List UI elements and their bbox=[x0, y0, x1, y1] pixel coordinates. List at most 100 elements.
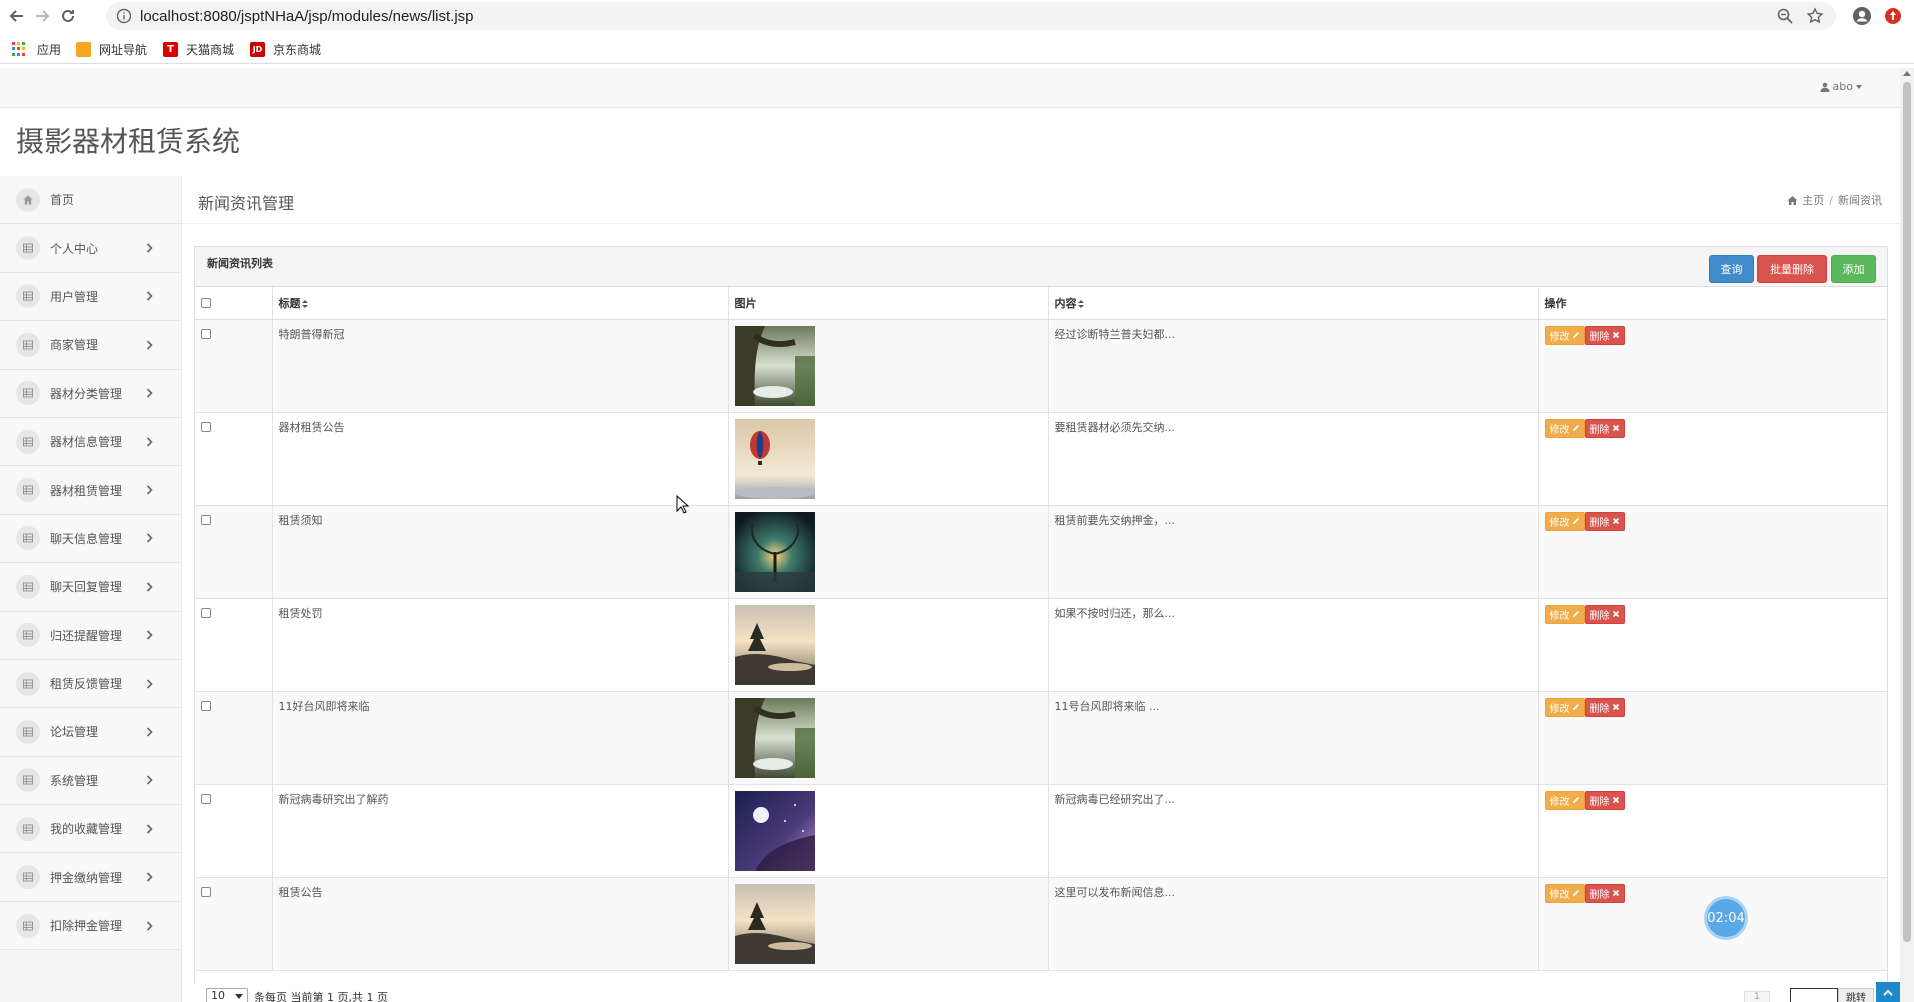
delete-button-label: 删除 bbox=[1589, 889, 1610, 901]
sidebar-item[interactable]: 器材分类管理 bbox=[0, 369, 181, 418]
pencil-icon bbox=[1572, 704, 1579, 710]
chevron-right-icon bbox=[146, 920, 153, 931]
panel-header: 新闻资讯列表 查询 批量删除 添加 bbox=[195, 247, 1887, 287]
add-button[interactable]: 添加 bbox=[1831, 255, 1876, 283]
breadcrumb-home[interactable]: 主页 bbox=[1802, 192, 1824, 208]
page-size-select[interactable]: 10 bbox=[206, 988, 248, 1002]
row-select-cell bbox=[195, 412, 273, 506]
row-content: 租赁前要先交纳押金，... bbox=[1048, 505, 1539, 599]
row-checkbox[interactable] bbox=[201, 607, 211, 618]
chevron-right-icon bbox=[146, 340, 153, 350]
sidebar-item[interactable]: 论坛管理 bbox=[0, 708, 181, 757]
page-number-button[interactable]: 1 bbox=[1744, 991, 1770, 1002]
delete-button[interactable]: 删除 bbox=[1584, 418, 1625, 438]
row-content: 经过诊断特兰普夫妇都... bbox=[1048, 319, 1539, 413]
breadcrumb-separator: / bbox=[1829, 193, 1833, 207]
sidebar-item-label: 论坛管理 bbox=[50, 725, 99, 740]
sidebar-item[interactable]: 首页 bbox=[0, 176, 181, 225]
sidebar-item[interactable]: 租赁反馈管理 bbox=[0, 659, 181, 709]
batch-delete-button[interactable]: 批量删除 bbox=[1757, 255, 1827, 283]
forward-button[interactable] bbox=[31, 5, 53, 27]
row-title: 新冠病毒研究出了解药 bbox=[272, 784, 729, 878]
row-content: 这里可以发布新闻信息... bbox=[1048, 877, 1539, 971]
sidebar-item[interactable]: 器材租赁管理 bbox=[0, 466, 181, 515]
back-button[interactable] bbox=[6, 5, 28, 27]
page-scrollbar[interactable] bbox=[1900, 68, 1914, 1002]
scroll-up-arrow-icon[interactable] bbox=[1903, 71, 1911, 76]
sidebar-item-icon bbox=[16, 526, 40, 551]
page-jump-input[interactable] bbox=[1790, 988, 1838, 1002]
delete-button-label: 删除 bbox=[1589, 796, 1610, 808]
sidebar-item[interactable]: 商家管理 bbox=[0, 321, 181, 370]
username: abo bbox=[1832, 80, 1853, 93]
sidebar-item[interactable]: 系统管理 bbox=[0, 756, 181, 806]
row-checkbox[interactable] bbox=[201, 328, 211, 339]
bookmark-jd[interactable]: JD 京东商城 bbox=[250, 40, 321, 58]
scrollbar-thumb[interactable] bbox=[1903, 82, 1911, 942]
sidebar-item[interactable]: 扣除押金管理 bbox=[0, 901, 181, 951]
row-checkbox[interactable] bbox=[201, 793, 211, 804]
reload-button[interactable] bbox=[57, 5, 79, 27]
edit-button[interactable]: 修改 bbox=[1544, 418, 1585, 438]
row-title: 租赁须知 bbox=[272, 505, 729, 599]
url-text[interactable]: localhost:8080/jsptNHaA/jsp/modules/news… bbox=[140, 8, 474, 25]
user-menu[interactable]: abo bbox=[1820, 80, 1862, 93]
sidebar-item[interactable]: 押金缴纳管理 bbox=[0, 853, 181, 902]
row-title-text: 租赁须知 bbox=[278, 513, 323, 527]
sidebar-item[interactable]: 个人中心 bbox=[0, 224, 181, 273]
delete-button[interactable]: 删除 bbox=[1584, 883, 1625, 903]
sidebar-item[interactable]: 聊天信息管理 bbox=[0, 514, 181, 564]
delete-button[interactable]: 删除 bbox=[1584, 604, 1625, 624]
sidebar-item-label: 器材分类管理 bbox=[50, 386, 123, 401]
extension-icon[interactable] bbox=[1884, 7, 1902, 25]
edit-button[interactable]: 修改 bbox=[1544, 883, 1585, 903]
query-button[interactable]: 查询 bbox=[1709, 255, 1754, 283]
column-title[interactable]: 标题 bbox=[272, 287, 729, 320]
sidebar-item-label: 租赁反馈管理 bbox=[50, 677, 123, 692]
edit-button[interactable]: 修改 bbox=[1544, 697, 1585, 717]
pencil-icon bbox=[1572, 797, 1579, 803]
row-checkbox[interactable] bbox=[201, 886, 211, 897]
sidebar-item[interactable]: 归还提醒管理 bbox=[0, 611, 181, 660]
edit-button[interactable]: 修改 bbox=[1544, 325, 1585, 345]
sidebar-item-label: 器材信息管理 bbox=[50, 435, 123, 450]
bookmark-apps[interactable]: 应用 bbox=[12, 40, 61, 58]
edit-button-label: 修改 bbox=[1549, 610, 1570, 622]
sidebar-item[interactable]: 聊天回复管理 bbox=[0, 563, 181, 612]
sidebar-item[interactable]: 器材信息管理 bbox=[0, 417, 181, 467]
edit-button[interactable]: 修改 bbox=[1544, 511, 1585, 531]
account-icon[interactable] bbox=[1852, 6, 1872, 26]
row-actions: 修改 删除 bbox=[1538, 412, 1887, 506]
delete-button[interactable]: 删除 bbox=[1584, 790, 1625, 810]
column-content[interactable]: 内容 bbox=[1048, 287, 1539, 320]
row-checkbox[interactable] bbox=[201, 700, 211, 711]
delete-button[interactable]: 删除 bbox=[1584, 325, 1625, 345]
info-icon[interactable] bbox=[116, 8, 132, 24]
grid-icon bbox=[23, 437, 33, 447]
bookmark-nav[interactable]: 网址导航 bbox=[76, 40, 147, 58]
delete-button[interactable]: 删除 bbox=[1584, 511, 1625, 531]
zoom-icon[interactable] bbox=[1776, 7, 1794, 25]
sidebar-item[interactable]: 用户管理 bbox=[0, 272, 181, 322]
timer-badge[interactable]: 02:04 bbox=[1704, 896, 1748, 940]
close-icon bbox=[1612, 703, 1619, 711]
table-row: 器材租赁公告 要租赁器材必须先交纳... 修改 删除 bbox=[195, 412, 1887, 506]
bookmark-star-icon[interactable] bbox=[1806, 7, 1824, 25]
select-all-checkbox[interactable] bbox=[201, 298, 211, 309]
page-jump-button[interactable]: 跳转 bbox=[1838, 988, 1874, 1002]
row-actions: 修改 删除 bbox=[1538, 598, 1887, 692]
row-checkbox[interactable] bbox=[201, 421, 211, 432]
edit-button[interactable]: 修改 bbox=[1544, 790, 1585, 810]
delete-button[interactable]: 删除 bbox=[1584, 697, 1625, 717]
row-title-text: 器材租赁公告 bbox=[278, 420, 345, 434]
sidebar-item[interactable]: 我的收藏管理 bbox=[0, 805, 181, 854]
bookmark-tmall[interactable]: T 天猫商城 bbox=[163, 40, 234, 58]
sidebar-item-icon bbox=[16, 719, 40, 744]
edit-button[interactable]: 修改 bbox=[1544, 604, 1585, 624]
row-checkbox[interactable] bbox=[201, 514, 211, 525]
back-to-top-button[interactable] bbox=[1876, 982, 1900, 1002]
address-bar[interactable]: localhost:8080/jsptNHaA/jsp/modules/news… bbox=[106, 2, 1836, 30]
row-title: 租赁处罚 bbox=[272, 598, 729, 692]
row-content-text: 11号台风即将来临 ... bbox=[1054, 699, 1160, 713]
row-content: 11号台风即将来临 ... bbox=[1048, 691, 1539, 785]
